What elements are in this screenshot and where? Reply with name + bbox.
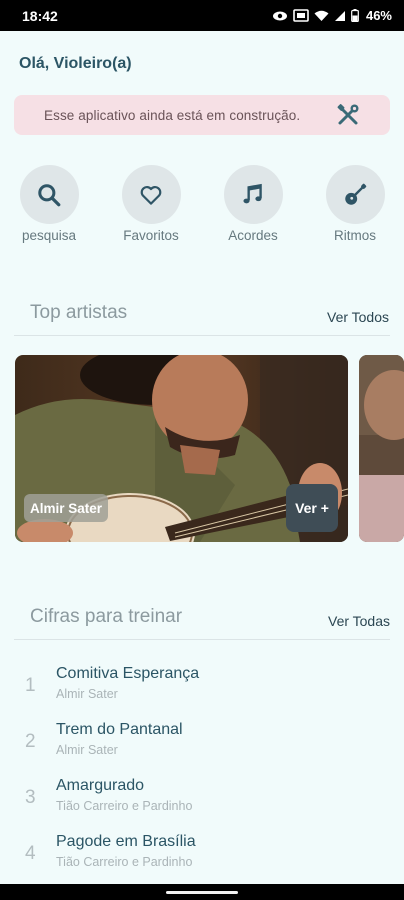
shortcut-label: pesquisa — [21, 228, 77, 243]
song-artist: Almir Sater — [56, 743, 118, 757]
practice-title: Cifras para treinar — [30, 606, 183, 627]
battery-icon — [351, 9, 359, 22]
construction-banner: Esse aplicativo ainda está em construção… — [14, 95, 390, 135]
shortcut-search[interactable]: pesquisa — [19, 165, 79, 243]
song-item[interactable]: 3 Amargurado Tião Carreiro e Pardinho — [0, 777, 404, 827]
song-number: 4 — [25, 843, 36, 864]
eye-icon — [272, 11, 287, 20]
song-artist: Tião Carreiro e Pardinho — [56, 799, 193, 813]
song-number: 3 — [25, 787, 36, 808]
divider — [14, 639, 390, 640]
banner-message: Esse aplicativo ainda está em construção… — [44, 107, 301, 123]
song-item[interactable]: 2 Trem do Pantanal Almir Sater — [0, 721, 404, 771]
artist-photo — [359, 355, 404, 542]
song-title: Amargurado — [56, 777, 145, 794]
search-icon — [38, 183, 61, 206]
wifi-icon — [314, 10, 329, 21]
rhythms-circle[interactable] — [325, 165, 385, 224]
shortcut-label: Ritmos — [333, 228, 376, 243]
shortcut-favorites[interactable]: Favoritos — [121, 165, 181, 243]
shortcut-label: Favoritos — [123, 228, 179, 243]
guitar-icon — [345, 183, 367, 205]
song-item[interactable]: 4 Pagode em Brasília Tião Carreiro e Par… — [0, 833, 404, 883]
chords-circle[interactable] — [223, 165, 283, 224]
song-item[interactable]: 1 Comitiva Esperança Almir Sater — [0, 665, 404, 715]
battery-percent: 46% — [365, 8, 392, 23]
status-time: 18:42 — [22, 7, 58, 24]
artist-card-next[interactable] — [359, 355, 404, 542]
divider — [14, 335, 390, 336]
vibrate-icon — [293, 9, 309, 22]
artist-name-label: Almir Sater — [24, 494, 109, 522]
shortcut-chords[interactable]: Acordes — [223, 165, 283, 243]
song-artist: Almir Sater — [56, 687, 118, 701]
heart-icon — [140, 185, 162, 205]
favorites-circle[interactable] — [121, 165, 181, 224]
see-more-button[interactable]: Ver + — [286, 484, 338, 532]
song-title: Comitiva Esperança — [56, 665, 200, 682]
music-note-icon — [243, 183, 262, 203]
song-artist: Tião Carreiro e Pardinho — [56, 855, 193, 869]
top-artists-title: Top artistas — [30, 302, 128, 323]
song-number: 1 — [25, 675, 36, 696]
status-bar: 18:42 46% — [0, 0, 404, 31]
home-gesture-handle[interactable] — [166, 891, 238, 894]
song-number: 2 — [25, 731, 36, 752]
status-icons: 46% — [272, 8, 392, 23]
see-all-artists-link[interactable]: Ver Todos — [327, 309, 389, 325]
signal-icon — [334, 10, 345, 21]
greeting: Olá, Violeiro(a) — [19, 55, 132, 72]
navigation-bar — [0, 884, 404, 900]
song-title: Pagode em Brasília — [56, 833, 196, 850]
shortcut-label: Acordes — [228, 228, 278, 243]
tools-icon — [337, 104, 359, 125]
search-circle[interactable] — [19, 165, 79, 224]
shortcut-rhythms[interactable]: Ritmos — [325, 165, 385, 243]
song-title: Trem do Pantanal — [56, 721, 183, 738]
see-all-songs-link[interactable]: Ver Todas — [328, 613, 390, 629]
